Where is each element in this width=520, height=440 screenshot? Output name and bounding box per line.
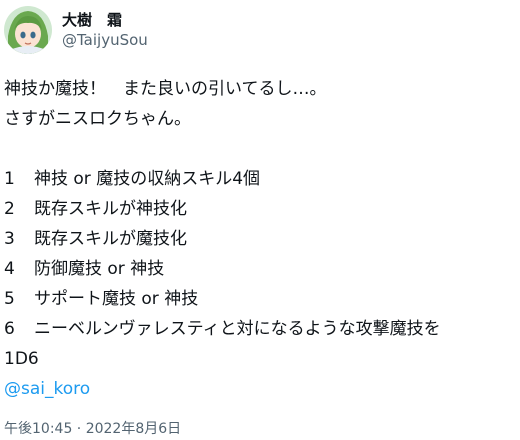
list-item: 5 サポート魔技 or 神技 bbox=[4, 284, 516, 314]
tweet-header: 大樹 霜 @TaijyuSou bbox=[4, 4, 148, 56]
list-text: ニーベルンヴァレスティと対になるような攻撃魔技を bbox=[34, 319, 441, 339]
list-text: 既存スキルが魔技化 bbox=[34, 229, 187, 249]
list-number: 1 bbox=[4, 169, 15, 189]
display-name[interactable]: 大樹 霜 bbox=[62, 10, 148, 30]
list-item: 3 既存スキルが魔技化 bbox=[4, 224, 516, 254]
tweet-timestamp[interactable]: 午後10:45 · 2022年8月6日 bbox=[4, 419, 181, 439]
list-text: サポート魔技 or 神技 bbox=[34, 289, 199, 309]
avatar-image bbox=[4, 6, 52, 54]
avatar[interactable] bbox=[4, 6, 52, 54]
list-number: 5 bbox=[4, 289, 15, 309]
list-item: 4 防御魔技 or 神技 bbox=[4, 254, 516, 284]
list-item: 6 ニーベルンヴァレスティと対になるような攻撃魔技を bbox=[4, 314, 516, 344]
list-text: 防御魔技 or 神技 bbox=[34, 259, 165, 279]
tweet-text: 神技か魔技！ また良いの引いてるし…。 さすがニスロクちゃん。 1 神技 or 魔… bbox=[4, 74, 516, 404]
list-item: 1 神技 or 魔技の収納スキル4個 bbox=[4, 164, 516, 194]
list-number: 6 bbox=[4, 319, 15, 339]
tweet-line: さすがニスロクちゃん。 bbox=[4, 109, 191, 129]
list-text: 神技 or 魔技の収納スキル4個 bbox=[34, 169, 261, 189]
dice-roll: 1D6 bbox=[4, 349, 39, 369]
user-handle[interactable]: @TaijyuSou bbox=[62, 30, 148, 50]
list-number: 4 bbox=[4, 259, 15, 279]
mention-link[interactable]: @sai_koro bbox=[4, 379, 90, 399]
tweet-line: 神技か魔技！ また良いの引いてるし…。 bbox=[4, 79, 327, 99]
author-names: 大樹 霜 @TaijyuSou bbox=[62, 10, 148, 50]
tweet: 大樹 霜 @TaijyuSou 神技か魔技！ また良いの引いてるし…。 さすがニ… bbox=[0, 0, 520, 440]
list-number: 2 bbox=[4, 199, 15, 219]
mention-line: @sai_koro bbox=[4, 374, 516, 404]
list-item: 2 既存スキルが神技化 bbox=[4, 194, 516, 224]
list-text: 既存スキルが神技化 bbox=[34, 199, 187, 219]
list-number: 3 bbox=[4, 229, 15, 249]
